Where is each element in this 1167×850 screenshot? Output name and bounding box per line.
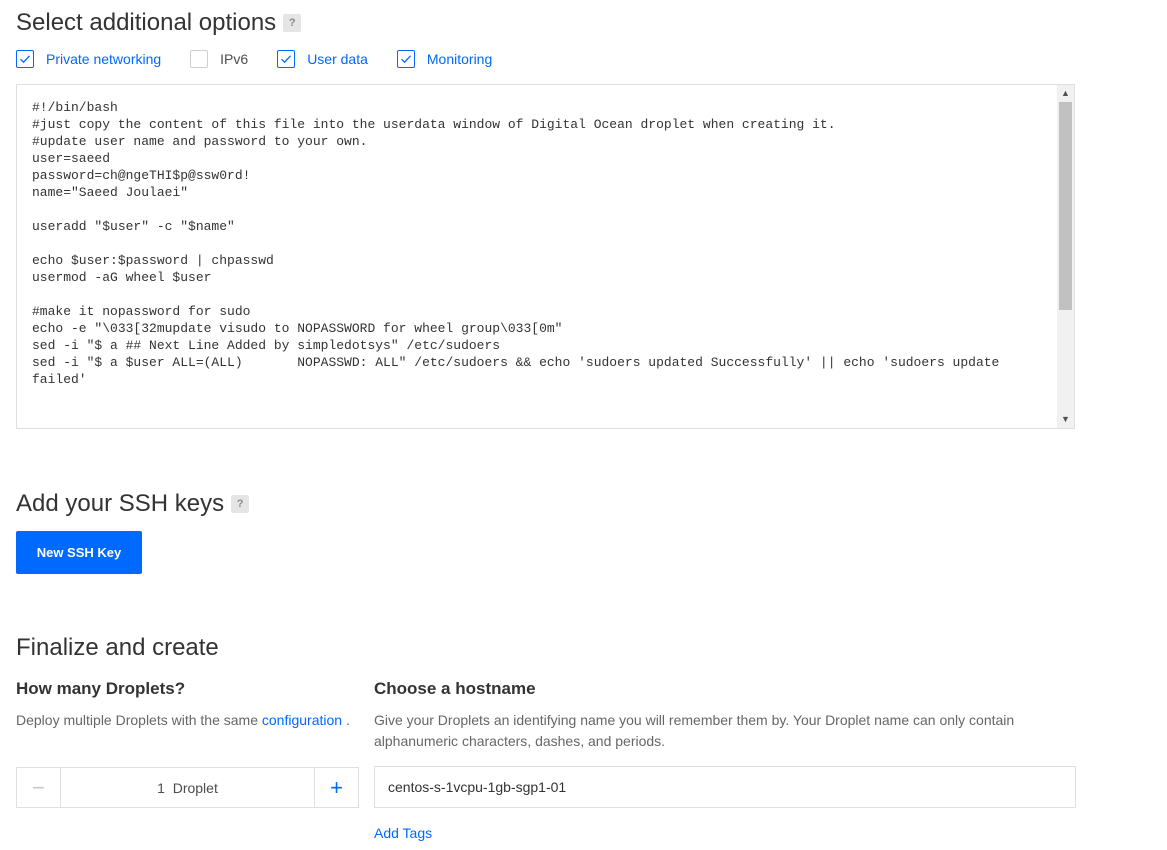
check-icon [20, 55, 30, 64]
option-monitoring[interactable]: Monitoring [396, 50, 493, 68]
droplet-quantity-stepper: − 1 Droplet + [16, 767, 359, 808]
ssh-keys-title-text: Add your SSH keys [16, 490, 225, 517]
monitoring-checkbox[interactable] [396, 50, 415, 68]
additional-options-title-text: Select additional options [16, 9, 277, 36]
hostname-input[interactable] [374, 766, 1076, 808]
user-data-checkbox[interactable] [277, 50, 296, 68]
hostname-description: Give your Droplets an identifying name y… [374, 712, 1015, 749]
monitoring-label: Monitoring [426, 51, 493, 67]
add-tags-link[interactable]: Add Tags [374, 825, 432, 841]
user-data-scrollbar[interactable]: ▲ ▼ [1057, 85, 1074, 428]
options-row: Private networking IPv6 User data Monito… [16, 48, 521, 70]
option-private-networking[interactable]: Private networking [16, 50, 161, 68]
plus-icon[interactable]: + [314, 768, 358, 807]
scroll-thumb[interactable] [1059, 102, 1072, 310]
scroll-up-icon[interactable]: ▲ [1057, 85, 1074, 102]
help-icon[interactable]: ? [231, 495, 250, 513]
user-data-editor: ▲ ▼ [16, 84, 1075, 429]
option-ipv6[interactable]: IPv6 [190, 50, 248, 68]
additional-options-title: Select additional options ? [16, 9, 302, 37]
hostname-title: Choose a hostname [374, 679, 536, 698]
help-icon[interactable]: ? [283, 14, 302, 32]
droplet-count-description: Deploy multiple Droplets with the same c… [16, 710, 361, 731]
minus-icon[interactable]: − [17, 768, 61, 807]
option-user-data[interactable]: User data [277, 50, 368, 68]
private-networking-checkbox[interactable] [16, 50, 34, 68]
user-data-label: User data [307, 51, 368, 67]
configuration-link[interactable]: configuration [262, 712, 342, 728]
private-networking-label: Private networking [46, 51, 162, 67]
ipv6-label: IPv6 [220, 51, 249, 67]
scroll-down-icon[interactable]: ▼ [1057, 411, 1074, 428]
droplet-count-desc-text: Deploy multiple Droplets with the same [16, 712, 258, 728]
droplet-count-desc-end: . [345, 712, 350, 728]
droplet-count-value: 1 Droplet [157, 779, 218, 796]
droplet-count-title: How many Droplets? [16, 679, 186, 698]
ipv6-checkbox[interactable] [190, 50, 209, 68]
check-icon [400, 55, 411, 64]
user-data-textarea[interactable] [30, 97, 1054, 428]
check-icon [281, 55, 292, 64]
ssh-keys-title: Add your SSH keys ? [16, 490, 250, 518]
finalize-title: Finalize and create [16, 634, 219, 661]
new-ssh-key-button[interactable]: New SSH Key [16, 531, 142, 574]
